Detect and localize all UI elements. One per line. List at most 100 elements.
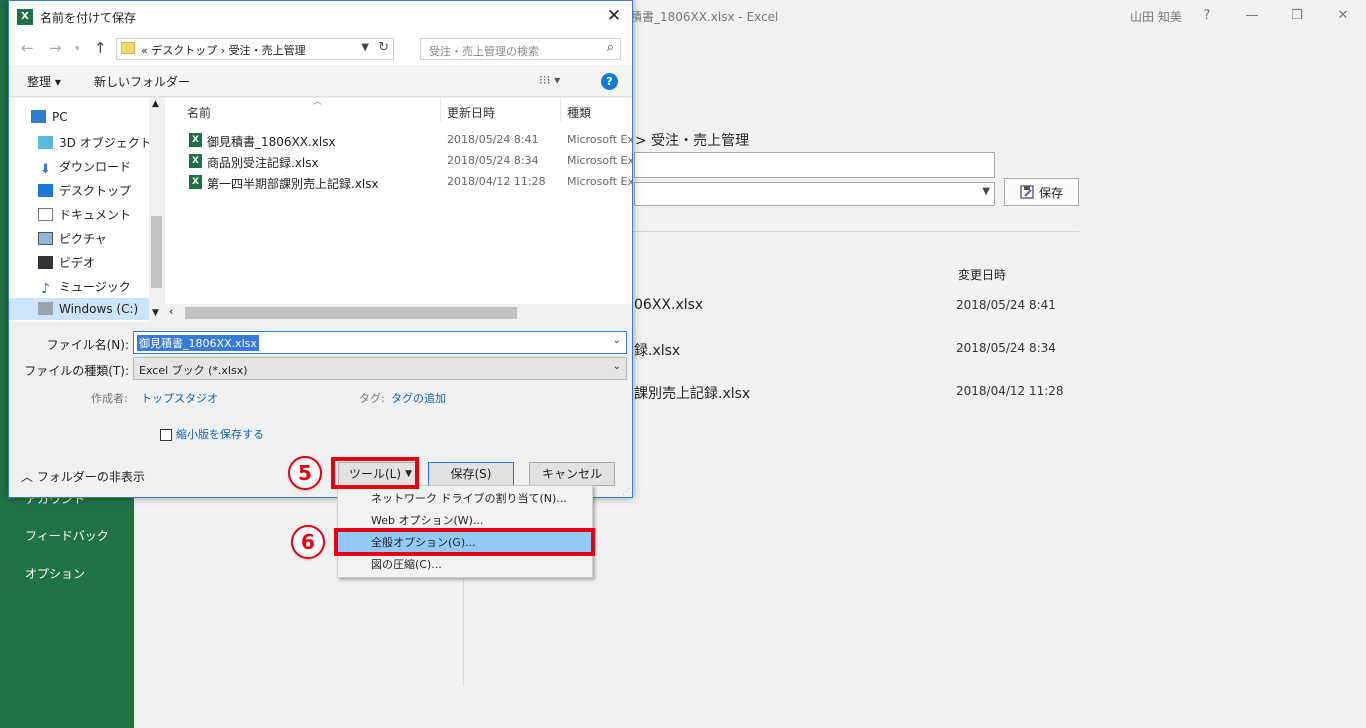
organize-menu[interactable]: 整理 ▾ [27,73,61,90]
resize-grip-icon[interactable]: ⋰ [622,487,630,496]
column-header-name[interactable]: 名前 [187,104,211,121]
step-badge-5: 5 [288,456,322,490]
sidebar-item-options[interactable]: オプション [25,565,85,582]
author-value[interactable]: トップスタジオ [141,390,218,406]
up-arrow-icon[interactable]: ↑ [94,39,107,57]
hide-folders-toggle[interactable]: ︿ フォルダーの非表示 [21,468,145,485]
sort-ascending-icon: ︿ [313,97,323,107]
scrollbar-thumb[interactable] [185,307,517,319]
filetype-value: Excel ブック (*.xlsx) [139,364,248,377]
document-icon [38,208,53,221]
file-list: ︿ 名前 更新日時 種類 X 御見積書_1806XX.xlsx 2018/05/… [165,97,632,322]
column-header-date[interactable]: 更新日時 [447,104,495,121]
save-button[interactable]: 保存(S) [428,462,514,486]
cancel-button[interactable]: キャンセル [529,462,615,486]
menu-item-compress-pictures[interactable]: 図の圧縮(C)... [338,554,592,576]
music-note-icon: ♪ [41,281,50,297]
dialog-titlebar[interactable]: X 名前を付けて保存 ✕ [9,1,632,33]
back-arrow-icon[interactable]: ← [21,39,34,57]
file-row[interactable]: X 商品別受注記録.xlsx 2018/05/24 8:34 Microsoft… [165,151,632,171]
backstage-save-label: 保存 [1038,185,1063,200]
backstage-filename-input[interactable] [634,152,995,178]
file-type: Microsoft Excel [567,133,632,146]
file-date: 2018/04/12 11:28 [447,175,546,188]
backstage-save-button[interactable]: 保存 [1004,178,1079,206]
backstage-file-name[interactable]: 課別売上記録.xlsx [634,383,750,403]
minimize-button[interactable]: — [1240,4,1264,28]
scrollbar-thumb[interactable] [151,216,162,288]
backstage-file-name[interactable]: 録.xlsx [634,340,680,360]
nav-item-3d-objects[interactable]: 3D オブジェクト [38,134,152,151]
chevron-down-icon[interactable]: ⌄ [613,335,621,346]
dialog-toolbar: 整理 ▾ 新しいフォルダー ⁝⁝⁝ ▾ ? [9,65,632,97]
chevron-down-icon[interactable]: ▼ [361,42,369,53]
file-date: 2018/05/24 8:41 [447,133,539,146]
excel-icon: X [17,9,33,25]
user-name[interactable]: 山田 知美 [1130,8,1182,25]
excel-file-icon: X [189,175,202,189]
restore-button[interactable]: ❐ [1285,4,1309,28]
forward-arrow-icon[interactable]: → [49,39,62,57]
download-icon: ⬇ [40,162,51,177]
filename-value[interactable]: 御見積書_1806XX.xlsx [137,335,259,351]
folder-icon [121,42,135,54]
file-type: Microsoft Excel [567,154,632,167]
tags-value[interactable]: タグの追加 [391,390,446,406]
author-label: 作成者: [91,392,128,405]
backstage-file-name[interactable]: 06XX.xlsx [634,297,703,313]
backstage-filetype-select[interactable]: ▼ [634,182,995,206]
nav-item-music[interactable]: ♪ ミュージック [38,278,131,296]
step-badge-6: 6 [291,525,325,559]
search-placeholder: 受注・売上管理の検索 [429,45,539,58]
window-close-button[interactable]: ✕ [1331,4,1355,28]
column-divider[interactable] [440,98,441,122]
view-options-button[interactable]: ⁝⁝⁝ ▾ [539,73,560,87]
nav-scrollbar[interactable]: ▲ ▼ [149,98,164,322]
help-icon[interactable]: ? [1195,4,1219,28]
filename-input[interactable]: 御見積書_1806XX.xlsx ⌄ [133,331,627,354]
column-header-type[interactable]: 種類 [567,104,591,121]
nav-item-pictures[interactable]: ピクチャ [38,230,107,247]
search-input[interactable]: 受注・売上管理の検索 ⌕ [420,38,621,60]
menu-item-map-network-drive[interactable]: ネットワーク ドライブの割り当て(N)... [338,488,592,510]
refresh-icon[interactable]: ↻ [378,40,389,55]
help-icon[interactable]: ? [601,73,618,90]
sidebar-item-feedback[interactable]: フィードバック [25,527,109,544]
nav-item-pc[interactable]: PC [31,110,68,124]
recent-chevron-icon[interactable]: ▾ [75,44,80,54]
nav-item-videos[interactable]: ビデオ [38,254,95,271]
chevron-down-icon: ⌄ [612,361,621,372]
column-divider[interactable] [560,98,561,122]
cube-icon [38,136,53,149]
scroll-left-icon[interactable]: ‹ [169,305,173,318]
window-title: 積書_1806XX.xlsx - Excel [630,10,779,24]
scroll-up-icon[interactable]: ▲ [152,99,159,109]
navigation-bar: ← → ▾ ↑ « デスクトップ › 受注・売上管理 ▼ ↻ 受注・売上管理の検… [9,33,632,65]
new-folder-button[interactable]: 新しいフォルダー [94,73,190,90]
drive-icon [38,302,53,315]
nav-item-documents[interactable]: ドキュメント [38,206,131,223]
nav-item-desktop[interactable]: デスクトップ [38,182,131,199]
file-row[interactable]: X 御見積書_1806XX.xlsx 2018/05/24 8:41 Micro… [165,130,632,150]
filename-label: ファイル名(N): [46,338,129,352]
tags-label: タグ: [359,392,385,405]
save-thumbnail-label[interactable]: 縮小版を保存する [176,426,264,442]
backstage-breadcrumb: > 受注・売上管理 [635,133,750,149]
file-row[interactable]: X 第一四半期部課別売上記録.xlsx 2018/04/12 11:28 Mic… [165,172,632,192]
callout-highlight-general-options [334,528,595,556]
address-bar[interactable]: « デスクトップ › 受注・売上管理 ▼ ↻ [116,38,394,60]
file-name: 第一四半期部課別売上記録.xlsx [207,177,379,191]
scroll-down-icon[interactable]: ▼ [152,308,159,318]
desktop-icon [38,184,53,197]
horizontal-scrollbar[interactable]: ‹ [165,304,632,322]
address-path[interactable]: « デスクトップ › 受注・売上管理 [141,42,306,58]
save-disk-icon [1020,185,1034,199]
file-name: 商品別受注記録.xlsx [207,156,319,170]
navigation-pane: PC 3D オブジェクト ⬇ ダウンロード デスクトップ ドキュメント ピクチャ … [9,98,164,322]
column-header-date[interactable]: 変更日時 [958,266,1006,283]
save-thumbnail-checkbox[interactable] [160,429,172,441]
dialog-close-button[interactable]: ✕ [600,4,628,30]
nav-item-windows-c[interactable]: Windows (C:) [38,302,138,316]
filetype-select[interactable]: Excel ブック (*.xlsx) ⌄ [133,357,627,380]
nav-item-downloads[interactable]: ⬇ ダウンロード [38,158,131,176]
